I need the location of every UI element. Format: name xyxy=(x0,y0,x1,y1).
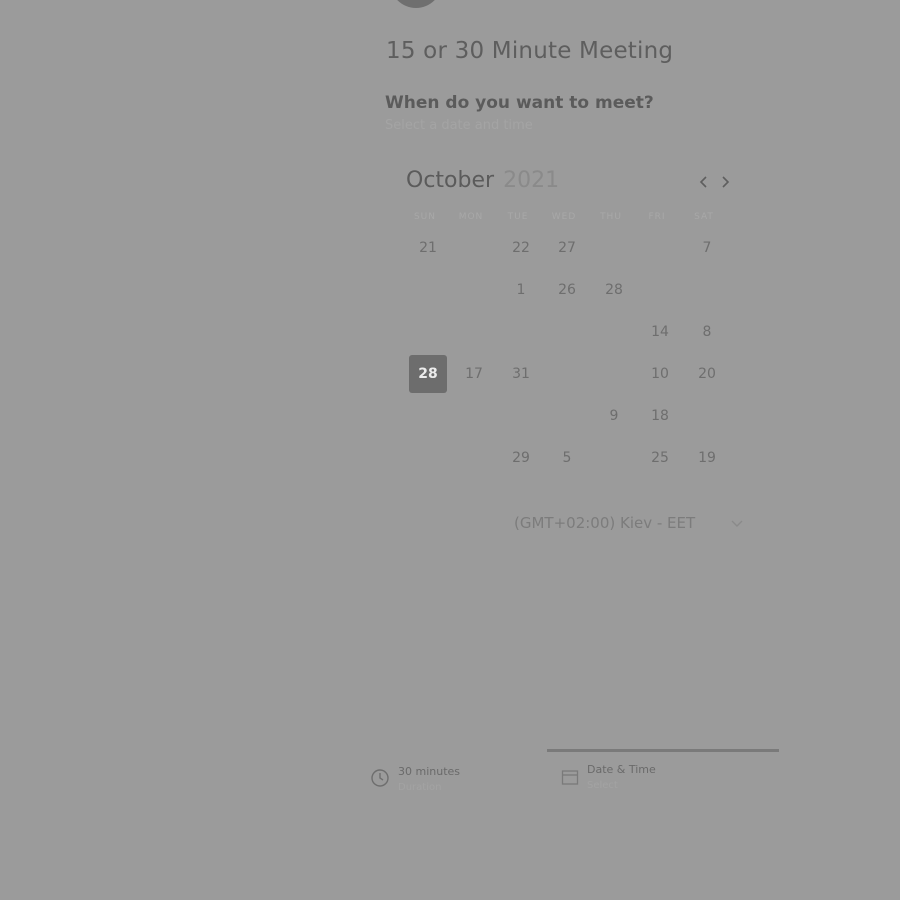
day-cell[interactable]: 21 xyxy=(409,229,447,267)
weekday-0: SUN xyxy=(413,212,437,222)
clock-icon xyxy=(371,769,389,787)
day-cell[interactable]: 29 xyxy=(502,439,540,477)
day-cell[interactable]: 18 xyxy=(641,397,679,435)
calendar-icon xyxy=(561,770,579,785)
duration-label: 30 minutes xyxy=(398,765,461,778)
chevron-left-icon xyxy=(699,176,707,188)
prev-month-button[interactable] xyxy=(695,170,713,194)
duration-sub: Duration xyxy=(398,782,442,793)
next-month-button[interactable] xyxy=(716,170,734,194)
weekday-2: TUE xyxy=(507,212,529,222)
calendar-month: October xyxy=(406,168,495,193)
chevron-right-icon xyxy=(722,176,730,188)
date-subtext: Select a date and time xyxy=(385,118,533,133)
datetime-sub: Select xyxy=(587,780,618,791)
weekday-6: SAT xyxy=(694,212,714,222)
duration-info: 30 minutes Duration xyxy=(398,765,460,793)
progress-bar xyxy=(547,749,779,752)
booking-page: 15 or 30 Minute Meeting When do you want… xyxy=(0,0,900,900)
day-cell[interactable]: 1 xyxy=(502,271,540,309)
weekday-4: THU xyxy=(600,212,622,222)
day-cell[interactable]: 20 xyxy=(688,355,726,393)
day-cell[interactable]: 25 xyxy=(641,439,679,477)
day-cell[interactable]: 9 xyxy=(595,397,633,435)
calendar-header: October 2021 xyxy=(406,168,746,198)
event-title: 15 or 30 Minute Meeting xyxy=(386,38,674,64)
weekday-1: MON xyxy=(458,212,484,222)
date-question: When do you want to meet? xyxy=(385,93,654,113)
day-cell[interactable]: 28 xyxy=(409,355,447,393)
day-cell[interactable]: 26 xyxy=(548,271,586,309)
host-avatar xyxy=(390,0,442,8)
datetime-info: Date & Time Select xyxy=(587,763,656,791)
day-cell[interactable]: 22 xyxy=(502,229,540,267)
timezone-label: (GMT+02:00) Kiev - EET xyxy=(514,514,696,532)
day-cell[interactable]: 14 xyxy=(641,313,679,351)
datetime-label: Date & Time xyxy=(587,763,656,776)
weekday-3: WED xyxy=(551,212,577,222)
day-cell[interactable]: 27 xyxy=(548,229,586,267)
day-cell[interactable]: 17 xyxy=(455,355,493,393)
day-cell[interactable]: 31 xyxy=(502,355,540,393)
day-cell[interactable]: 19 xyxy=(688,439,726,477)
day-cell[interactable]: 5 xyxy=(548,439,586,477)
timezone-select[interactable]: (GMT+02:00) Kiev - EET xyxy=(514,514,744,536)
day-cell[interactable]: 8 xyxy=(688,313,726,351)
weekday-5: FRI xyxy=(648,212,666,222)
day-cell[interactable]: 10 xyxy=(641,355,679,393)
day-cell[interactable]: 28 xyxy=(595,271,633,309)
chevron-down-icon xyxy=(731,520,743,527)
day-cell[interactable]: 7 xyxy=(688,229,726,267)
calendar-year: 2021 xyxy=(503,168,560,193)
